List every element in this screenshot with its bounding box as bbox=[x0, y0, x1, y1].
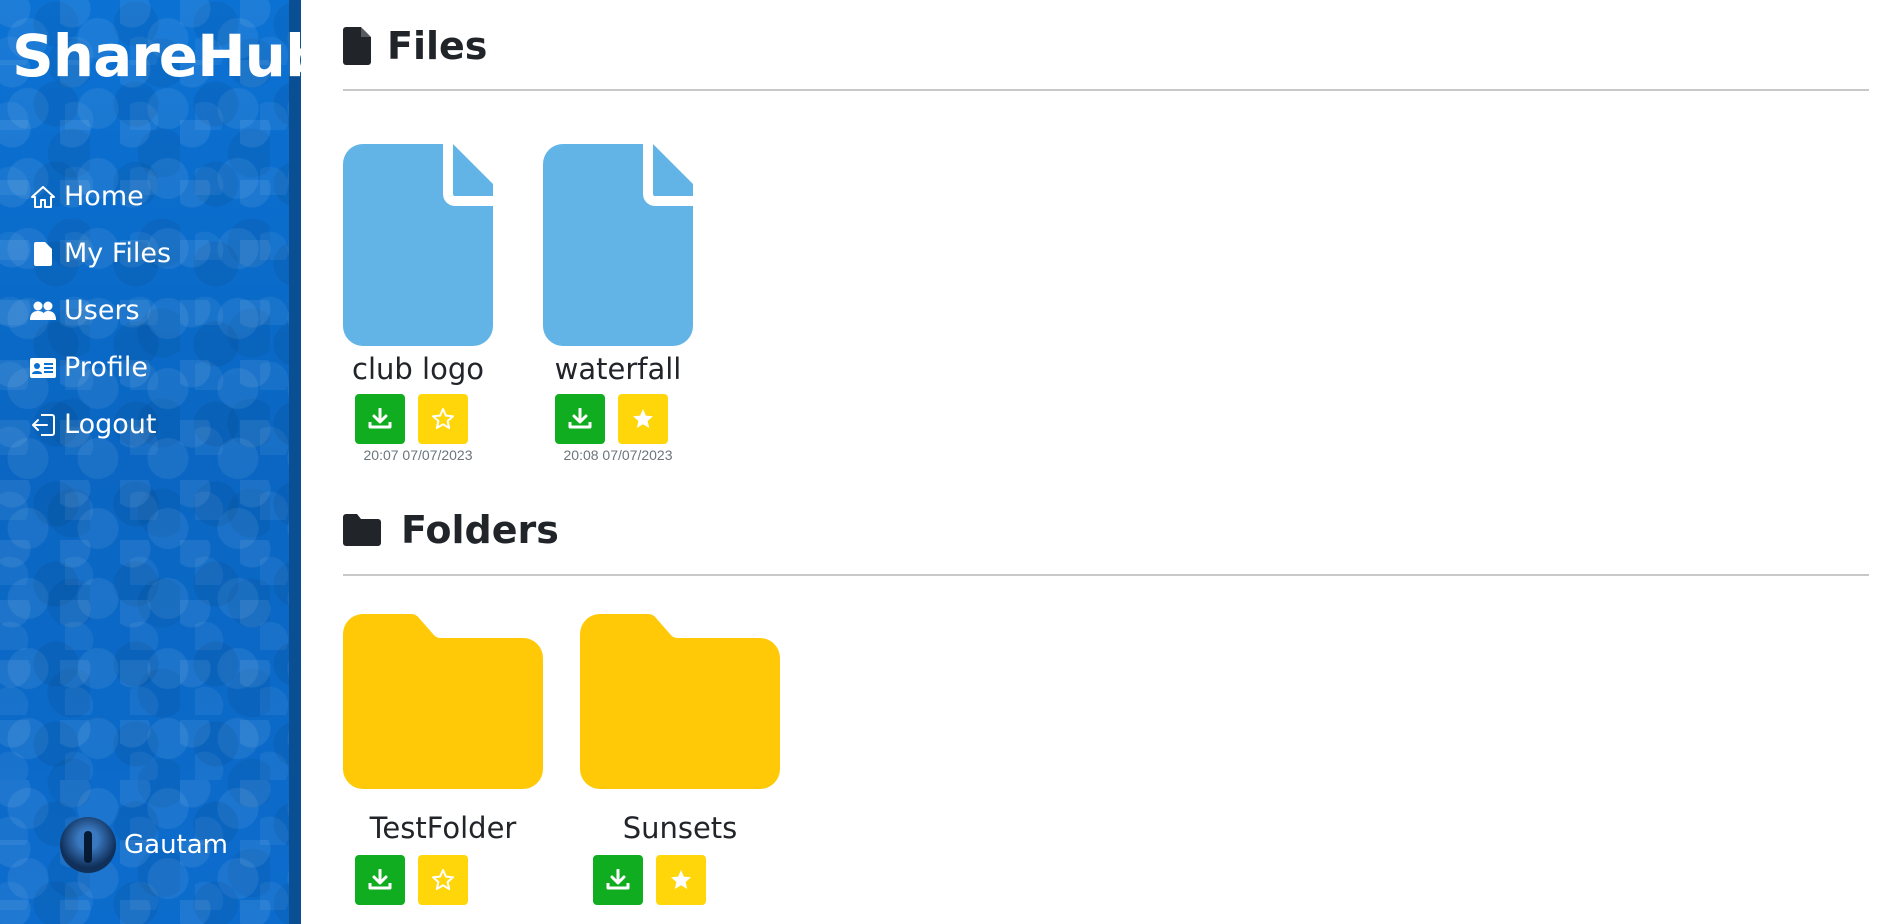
folder-icon[interactable] bbox=[343, 614, 543, 789]
logout-icon bbox=[30, 412, 56, 438]
file-card[interactable]: waterfall 20:08 07/07/2023 bbox=[543, 144, 693, 463]
download-button[interactable] bbox=[355, 394, 405, 444]
file-actions bbox=[555, 394, 693, 444]
favorite-button[interactable] bbox=[656, 855, 706, 905]
brand-logo[interactable]: ShareHub bbox=[12, 22, 326, 90]
divider bbox=[343, 89, 1869, 91]
star-filled-icon bbox=[671, 870, 691, 889]
file-icon bbox=[30, 241, 56, 267]
sidebar-item-home[interactable]: Home bbox=[30, 168, 171, 225]
sidebar-item-label: Logout bbox=[64, 409, 157, 440]
sidebar-item-logout[interactable]: Logout bbox=[30, 396, 171, 453]
favorite-button[interactable] bbox=[418, 394, 468, 444]
sidebar-item-label: Home bbox=[64, 181, 144, 212]
folder-name: TestFolder bbox=[369, 811, 517, 845]
download-button[interactable] bbox=[593, 855, 643, 905]
file-name: club logo bbox=[352, 352, 484, 386]
home-icon bbox=[30, 184, 56, 210]
download-icon bbox=[568, 408, 592, 429]
avatar bbox=[60, 817, 116, 873]
sidebar-nav: Home My Files Users Profile Logout bbox=[30, 168, 171, 453]
user-profile[interactable]: Gautam bbox=[60, 817, 228, 873]
files-heading: Files bbox=[343, 24, 487, 68]
file-card[interactable]: club logo 20:07 07/07/2023 bbox=[343, 144, 493, 463]
user-name: Gautam bbox=[124, 830, 229, 860]
users-icon bbox=[30, 298, 56, 324]
sidebar-item-profile[interactable]: Profile bbox=[30, 339, 171, 396]
section-title: Files bbox=[387, 24, 488, 68]
folder-icon bbox=[343, 514, 381, 546]
star-outline-icon bbox=[432, 408, 454, 429]
folder-card[interactable]: TestFolder bbox=[343, 614, 543, 905]
download-icon bbox=[368, 869, 392, 890]
sidebar-item-users[interactable]: Users bbox=[30, 282, 171, 339]
sidebar-item-label: Users bbox=[64, 295, 140, 326]
download-icon bbox=[368, 408, 392, 429]
sidebar-item-my-files[interactable]: My Files bbox=[30, 225, 171, 282]
folders-heading: Folders bbox=[343, 508, 559, 552]
file-timestamp: 20:08 07/07/2023 bbox=[563, 447, 673, 463]
download-button[interactable] bbox=[355, 855, 405, 905]
file-icon bbox=[343, 27, 371, 65]
folder-name: Sunsets bbox=[622, 811, 738, 845]
star-filled-icon bbox=[633, 409, 653, 428]
folder-card[interactable]: Sunsets bbox=[580, 614, 780, 905]
file-actions bbox=[355, 394, 493, 444]
document-icon[interactable] bbox=[543, 144, 693, 346]
sidebar: ShareHub Home My Files Users Profile Log… bbox=[0, 0, 326, 924]
file-name: waterfall bbox=[554, 352, 682, 386]
file-timestamp: 20:07 07/07/2023 bbox=[363, 447, 473, 463]
folder-actions bbox=[355, 855, 543, 905]
id-card-icon bbox=[30, 355, 56, 381]
sidebar-item-label: My Files bbox=[64, 238, 172, 269]
sidebar-item-label: Profile bbox=[64, 352, 148, 383]
star-outline-icon bbox=[432, 869, 454, 890]
favorite-button[interactable] bbox=[418, 855, 468, 905]
section-title: Folders bbox=[401, 508, 559, 552]
download-icon bbox=[606, 869, 630, 890]
favorite-button[interactable] bbox=[618, 394, 668, 444]
download-button[interactable] bbox=[555, 394, 605, 444]
divider bbox=[343, 574, 1869, 576]
folder-icon[interactable] bbox=[580, 614, 780, 789]
folder-actions bbox=[593, 855, 780, 905]
document-icon[interactable] bbox=[343, 144, 493, 346]
